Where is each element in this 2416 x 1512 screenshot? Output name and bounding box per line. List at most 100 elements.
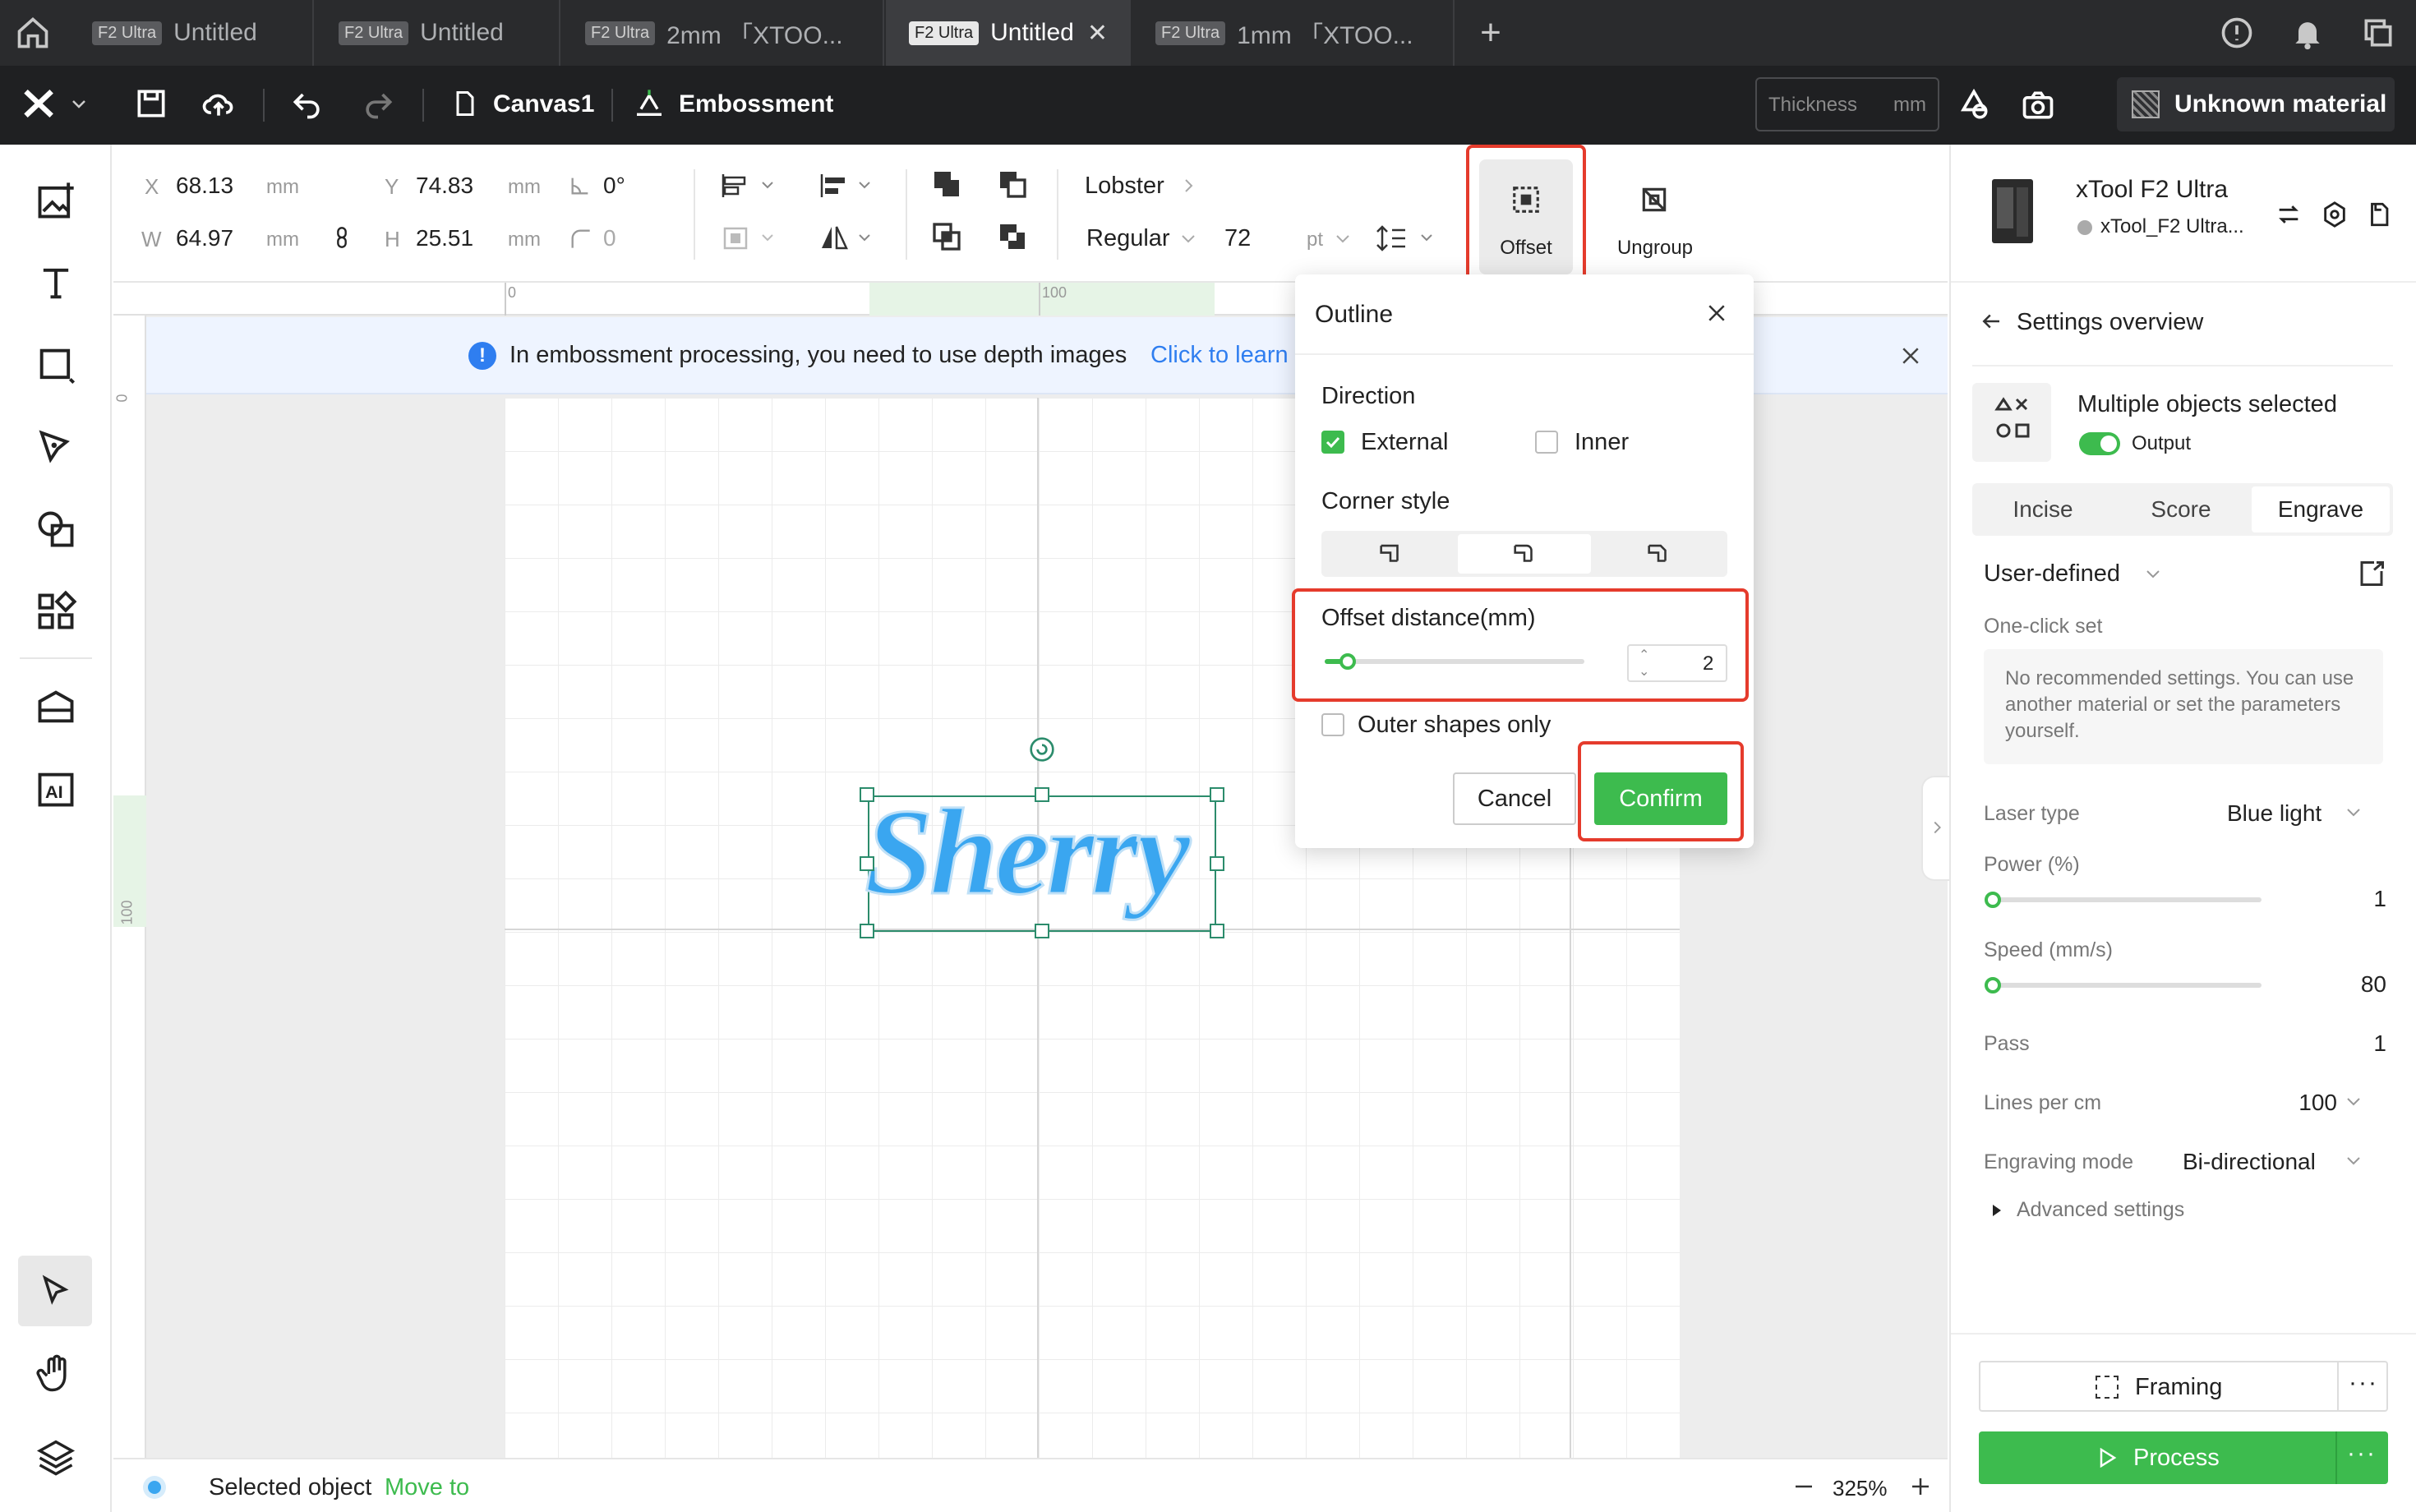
- line-spacing-dropdown[interactable]: [1376, 224, 1441, 253]
- arrange-dropdown[interactable]: [722, 224, 779, 253]
- resize-handle[interactable]: [860, 924, 874, 938]
- device-settings-icon[interactable]: [2321, 201, 2349, 228]
- corner-radius-value[interactable]: 0: [603, 225, 616, 251]
- move-to-link[interactable]: Move to: [385, 1474, 469, 1501]
- chevron-down-icon[interactable]: [69, 94, 89, 113]
- ungroup-button[interactable]: Ungroup: [1604, 176, 1706, 266]
- power-slider[interactable]: [1992, 897, 2262, 902]
- resize-handle[interactable]: [1035, 787, 1049, 802]
- add-image-icon[interactable]: [35, 179, 77, 222]
- swap-icon[interactable]: [2275, 201, 2303, 228]
- layers-icon[interactable]: [35, 1435, 77, 1477]
- output-toggle[interactable]: [2079, 432, 2120, 455]
- resize-handle[interactable]: [1210, 924, 1224, 938]
- zoom-level[interactable]: 325%: [1833, 1476, 1888, 1501]
- feedback-icon[interactable]: [2219, 15, 2255, 51]
- x-value[interactable]: 68.13: [176, 173, 233, 199]
- align-dropdown[interactable]: [722, 171, 779, 201]
- caret-right-icon[interactable]: [1990, 1203, 2003, 1218]
- preset-dropdown[interactable]: User-defined: [1984, 560, 2120, 588]
- windows-icon[interactable]: [2360, 15, 2396, 51]
- selected-text-object[interactable]: Sherry: [860, 737, 1224, 938]
- banner-link[interactable]: Click to learn: [1150, 342, 1289, 369]
- panel-collapse-handle[interactable]: [1921, 776, 1949, 881]
- chevron-down-icon[interactable]: [1178, 228, 1198, 248]
- union-icon[interactable]: [930, 168, 963, 201]
- resize-handle[interactable]: [1035, 924, 1049, 938]
- y-value[interactable]: 74.83: [416, 173, 473, 199]
- tab-2[interactable]: F2 Ultra Untitled: [316, 0, 560, 66]
- flip-dropdown[interactable]: [818, 224, 876, 253]
- chevron-down-icon[interactable]: [2344, 802, 2363, 822]
- font-family[interactable]: Lobster: [1085, 173, 1164, 200]
- process-more-icon[interactable]: ···: [2347, 1440, 2377, 1468]
- chevron-down-icon[interactable]: [2344, 1150, 2363, 1170]
- shape-tool-icon[interactable]: [35, 343, 77, 386]
- zoom-in-icon[interactable]: [1908, 1474, 1933, 1499]
- tab-4-active[interactable]: F2 Ultra Untitled ✕: [886, 0, 1131, 66]
- h-value[interactable]: 25.51: [416, 225, 473, 251]
- tab-1[interactable]: F2 Ultra Untitled: [69, 0, 314, 66]
- add-tab-icon[interactable]: +: [1471, 13, 1510, 53]
- thickness-input[interactable]: Thickness mm: [1755, 77, 1939, 131]
- combine-shapes-icon[interactable]: [35, 508, 77, 551]
- device-name[interactable]: xTool F2 Ultra: [2076, 176, 2228, 204]
- close-tab-icon[interactable]: ✕: [1087, 19, 1108, 48]
- redo-icon[interactable]: [360, 85, 396, 122]
- select-tool-active[interactable]: [18, 1256, 92, 1326]
- camera-icon[interactable]: [2020, 87, 2056, 123]
- cancel-button[interactable]: Cancel: [1453, 772, 1576, 825]
- export-preset-icon[interactable]: [2357, 559, 2386, 588]
- resize-handle[interactable]: [860, 856, 874, 871]
- tab-engrave[interactable]: Engrave: [2252, 486, 2390, 532]
- material-selector[interactable]: Unknown material: [2117, 77, 2395, 131]
- undo-icon[interactable]: [289, 85, 325, 122]
- tab-score[interactable]: Score: [2114, 486, 2248, 532]
- chevron-down-icon[interactable]: [2143, 564, 2163, 583]
- zoom-out-icon[interactable]: [1791, 1474, 1816, 1499]
- pen-tool-icon[interactable]: [35, 426, 77, 468]
- outer-shapes-checkbox[interactable]: [1321, 713, 1344, 736]
- corner-miter-option[interactable]: [1325, 534, 1456, 574]
- bell-icon[interactable]: [2289, 15, 2326, 51]
- rotate-handle-icon[interactable]: [1029, 736, 1055, 763]
- distribute-dropdown[interactable]: [818, 171, 876, 201]
- speed-slider-knob[interactable]: [1985, 977, 2002, 993]
- save-icon[interactable]: [133, 85, 169, 122]
- back-arrow-icon[interactable]: [1979, 309, 2003, 334]
- resize-handle[interactable]: [1210, 787, 1224, 802]
- subtract-icon[interactable]: [996, 168, 1029, 201]
- chevron-down-icon[interactable]: [2344, 1091, 2363, 1111]
- framing-button[interactable]: Framing ···: [1979, 1361, 2388, 1412]
- font-size[interactable]: 72: [1224, 225, 1251, 252]
- inner-checkbox[interactable]: [1535, 431, 1558, 454]
- resize-handle[interactable]: [1210, 856, 1224, 871]
- material-shapes-icon[interactable]: [1956, 87, 1992, 123]
- power-slider-knob[interactable]: [1985, 892, 2002, 908]
- material-library-icon[interactable]: [35, 685, 77, 728]
- link-ratio-icon[interactable]: [330, 225, 353, 250]
- cloud-upload-icon[interactable]: [201, 85, 237, 122]
- canvas-name[interactable]: Canvas1: [493, 90, 594, 118]
- xtool-logo-icon[interactable]: [21, 85, 58, 122]
- speed-value[interactable]: 80: [2337, 971, 2386, 998]
- close-banner-icon[interactable]: [1898, 343, 1923, 368]
- speed-slider[interactable]: [1992, 983, 2262, 988]
- resize-handle[interactable]: [860, 787, 874, 802]
- pass-value[interactable]: 1: [2354, 1030, 2386, 1057]
- tab-incise[interactable]: Incise: [1976, 486, 2110, 532]
- laser-type-value[interactable]: Blue light: [2227, 800, 2321, 827]
- tab-3[interactable]: F2 Ultra 2mm 「XTOO...: [562, 0, 884, 66]
- tab-5[interactable]: F2 Ultra 1mm 「XTOO...: [1132, 0, 1455, 66]
- hand-tool-icon[interactable]: [35, 1353, 77, 1395]
- ai-tool-icon[interactable]: AI: [35, 768, 77, 810]
- framing-more-icon[interactable]: ···: [2349, 1369, 2378, 1397]
- external-checkbox[interactable]: [1321, 431, 1344, 454]
- exclude-icon[interactable]: [996, 220, 1029, 253]
- corner-round-option[interactable]: [1458, 534, 1591, 574]
- lines-per-cm-value[interactable]: 100: [2288, 1090, 2337, 1116]
- document-icon[interactable]: [2365, 201, 2393, 228]
- power-value[interactable]: 1: [2354, 886, 2386, 912]
- font-style[interactable]: Regular: [1086, 225, 1170, 252]
- chevron-down-icon[interactable]: [1333, 228, 1353, 248]
